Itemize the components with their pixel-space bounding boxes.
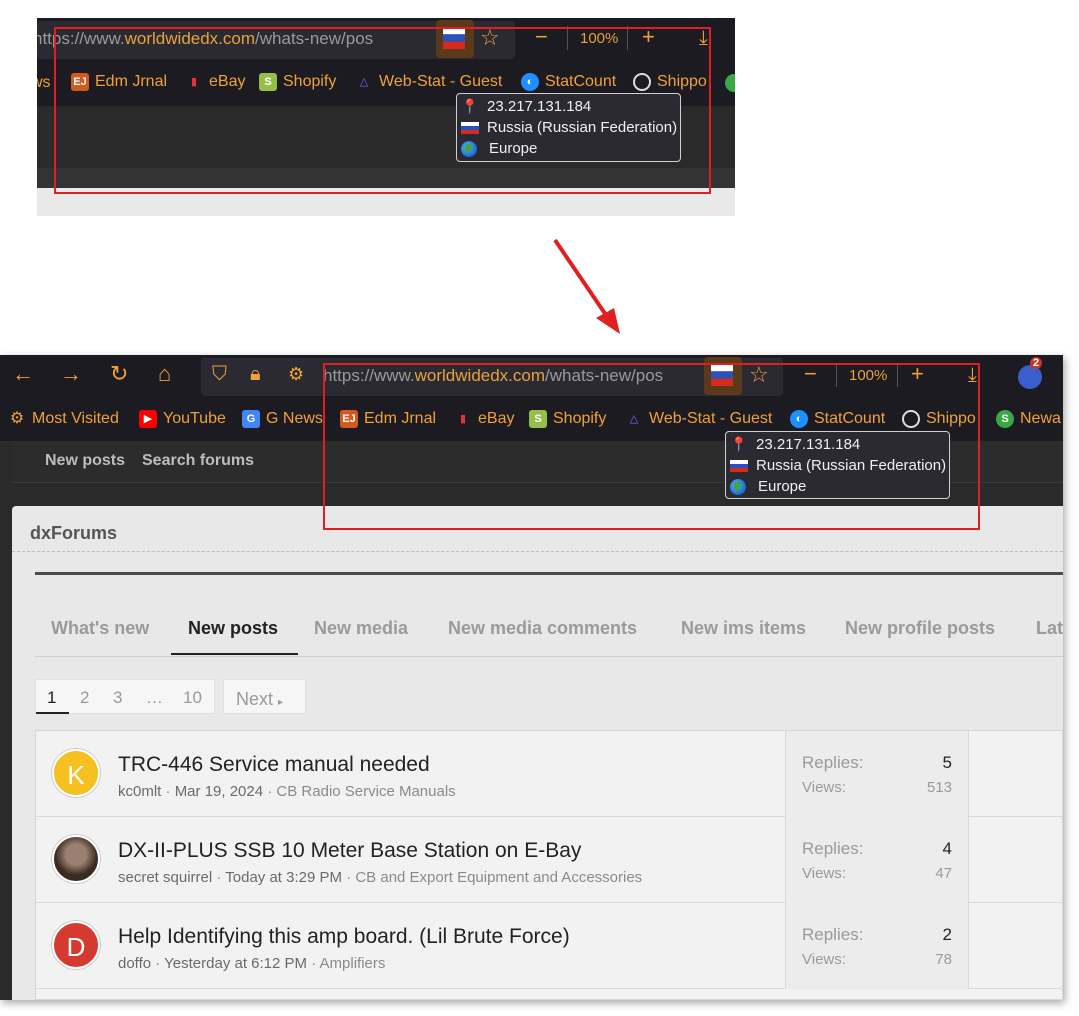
- gear-icon: ⚙: [9, 410, 25, 427]
- bookmark-newa[interactable]: S Newa: [996, 410, 1061, 428]
- thread-meta: secret squirrel · Today at 3:29 PM · CB …: [118, 869, 643, 886]
- bookmark-item[interactable]: ws: [37, 74, 51, 92]
- highlight-box-top: [54, 27, 711, 194]
- thread-stats: Replies: 4 Views: 47: [785, 817, 969, 903]
- thread-list: K TRC-446 Service manual needed kc0mlt ·…: [35, 730, 1063, 1000]
- thread-title[interactable]: DX-II-PLUS SSB 10 Meter Base Station on …: [118, 839, 581, 863]
- next-page-button[interactable]: Next ▸: [223, 679, 306, 714]
- tab-new-media-comments[interactable]: New media comments: [448, 618, 637, 639]
- view-count: 513: [926, 779, 952, 796]
- tab-latest[interactable]: Lat: [1036, 618, 1063, 639]
- thread-stats: Replies: 5 Views: 513: [785, 731, 969, 817]
- avatar[interactable]: [52, 835, 100, 883]
- reply-count: 5: [942, 753, 952, 772]
- page-3[interactable]: 3: [113, 688, 122, 708]
- tab-new-profile-posts[interactable]: New profile posts: [845, 618, 995, 639]
- back-arrow-icon[interactable]: ←: [12, 363, 34, 385]
- youtube-icon: ▶: [139, 410, 157, 428]
- thread-meta: doffo · Yesterday at 6:12 PM · Amplifier…: [118, 955, 386, 972]
- nav-new-posts[interactable]: New posts: [45, 452, 125, 470]
- home-icon[interactable]: ⌂: [158, 363, 171, 385]
- page-10[interactable]: 10: [183, 688, 202, 708]
- table-row[interactable]: DX-II-PLUS SSB 10 Meter Base Station on …: [36, 817, 1063, 903]
- shield-icon[interactable]: ⛉: [212, 364, 227, 384]
- lock-icon[interactable]: 🔒︎: [250, 364, 261, 384]
- tab-whats-new[interactable]: What's new: [51, 618, 149, 639]
- reply-count: 2: [942, 925, 952, 944]
- news-icon[interactable]: [725, 74, 735, 92]
- tab-new-ims-items[interactable]: New ims items: [681, 618, 806, 639]
- nav-search-forums[interactable]: Search forums: [142, 452, 254, 470]
- avatar[interactable]: K: [52, 749, 100, 797]
- news-icon: S: [996, 410, 1014, 428]
- thread-stats: Replies: 2 Views: 78: [785, 903, 969, 989]
- bookmark-g-news[interactable]: GG News: [242, 410, 323, 428]
- table-row[interactable]: D Help Identifying this amp board. (Lil …: [36, 903, 1063, 989]
- view-count: 78: [935, 951, 952, 968]
- red-arrow-icon: [553, 238, 620, 334]
- thread-meta: kc0mlt · Mar 19, 2024 · CB Radio Service…: [118, 783, 456, 800]
- chevron-right-icon: ▸: [278, 697, 284, 708]
- thread-title[interactable]: Help Identifying this amp board. (Lil Br…: [118, 925, 570, 949]
- avatar[interactable]: D: [52, 921, 100, 969]
- reply-count: 4: [942, 839, 952, 858]
- pagination: 1 2 3 … 10: [35, 679, 215, 714]
- bookmark-youtube[interactable]: ▶ YouTube: [139, 410, 226, 428]
- page-2[interactable]: 2: [80, 688, 89, 708]
- extension-badge: 2: [1030, 357, 1043, 369]
- bookmark-most-visited[interactable]: ⚙ Most Visited: [8, 410, 119, 428]
- highlight-box-bottom: [323, 363, 980, 530]
- page-ellipsis[interactable]: …: [146, 688, 163, 708]
- table-row[interactable]: K TRC-446 Service manual needed kc0mlt ·…: [36, 731, 1063, 817]
- forum-content: dxForums What's new New posts New media …: [12, 506, 1063, 1000]
- page-1[interactable]: 1: [47, 688, 56, 708]
- forward-arrow-icon[interactable]: →: [60, 363, 82, 385]
- thread-title[interactable]: TRC-446 Service manual needed: [118, 753, 430, 777]
- page-title: dxForums: [30, 523, 118, 543]
- google-news-icon: G: [242, 410, 260, 428]
- view-count: 47: [935, 865, 952, 882]
- tab-new-media[interactable]: New media: [314, 618, 408, 639]
- reload-icon[interactable]: ↻: [110, 363, 128, 385]
- permissions-icon[interactable]: ⚙: [288, 365, 304, 383]
- tab-new-posts[interactable]: New posts: [188, 618, 278, 639]
